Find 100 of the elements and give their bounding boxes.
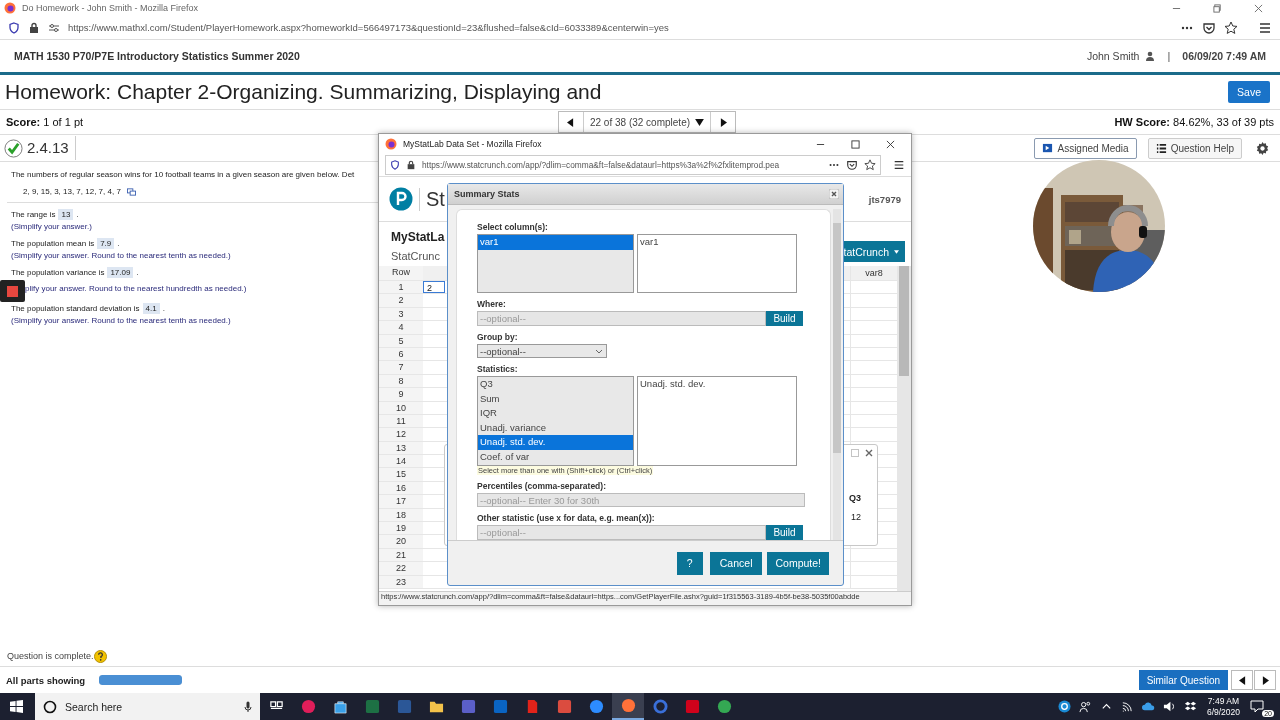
field-label: Percentiles (comma-separated):	[477, 481, 606, 491]
chat-app-icon[interactable]	[460, 699, 476, 714]
assigned-media-button[interactable]: Assigned Media	[1034, 137, 1137, 159]
username: jts7979	[868, 193, 901, 205]
field-label: Statistics:	[477, 364, 518, 374]
build-button[interactable]: Build	[766, 311, 803, 326]
spreadsheet-app-icon[interactable]	[364, 699, 380, 714]
video-camera-icon[interactable]	[588, 699, 604, 714]
scrollbar[interactable]	[833, 209, 841, 540]
help-button[interactable]: ?	[676, 551, 703, 575]
course-title: MATH 1530 P70/P7E Introductory Statistics Summer 2020	[14, 50, 300, 62]
shopping-bag-icon[interactable]	[332, 699, 348, 714]
volume-icon[interactable]	[1162, 700, 1176, 713]
restore-icon[interactable]	[1213, 3, 1222, 13]
group-by-dropdown[interactable]: --optional--	[477, 344, 607, 358]
maximize-icon[interactable]	[851, 139, 860, 149]
answer-value: 13	[58, 209, 74, 220]
clock-date[interactable]: 6/9/2020	[1206, 706, 1240, 718]
settings-icon[interactable]	[1255, 140, 1270, 156]
list-item[interactable]: Unadj. std. dev.	[478, 435, 633, 450]
pocket-icon[interactable]	[846, 159, 858, 171]
lock-icon[interactable]	[406, 160, 416, 170]
fox-browser-icon[interactable]	[620, 698, 636, 713]
close-icon[interactable]	[829, 189, 839, 199]
field-label: Select column(s):	[477, 222, 548, 232]
pocket-icon[interactable]	[1202, 20, 1216, 35]
column-header: Row	[379, 266, 423, 280]
help-icon[interactable]	[93, 649, 107, 663]
scrollbar[interactable]	[897, 266, 911, 591]
selected-column-list[interactable]: var1	[637, 234, 797, 293]
list-item[interactable]: Unadj. std. dev.	[638, 377, 796, 392]
close-icon[interactable]	[1254, 3, 1263, 13]
search-field[interactable]: Search here	[35, 693, 260, 720]
star-icon[interactable]	[864, 159, 876, 171]
question-dropdown[interactable]: 22 of 38 (32 complete)	[582, 112, 712, 132]
previous-button[interactable]	[1231, 670, 1253, 690]
list-item[interactable]: Coef. of var	[478, 449, 633, 464]
user-name: John Smith	[1086, 50, 1140, 62]
shield-icon[interactable]	[8, 21, 20, 34]
list-item[interactable]: IQR	[478, 406, 633, 421]
answer-label: The population standard deviation is	[11, 304, 140, 313]
chevron-down-icon	[595, 348, 603, 354]
data-cell[interactable]: 2	[423, 281, 445, 294]
cancel-button[interactable]: Cancel	[709, 551, 763, 575]
parts-label: All parts showing	[6, 674, 86, 686]
help-icon[interactable]	[1057, 700, 1071, 713]
row-number: 1	[379, 281, 423, 294]
list-item[interactable]: Sum	[478, 391, 633, 406]
column-list[interactable]: var1	[477, 234, 634, 293]
star-icon[interactable]	[1224, 20, 1238, 35]
menu-icon[interactable]	[1258, 20, 1272, 35]
lock-icon[interactable]	[28, 21, 40, 34]
microphone-icon[interactable]	[244, 700, 252, 713]
caret-icon	[894, 249, 899, 254]
similar-question-button[interactable]: Similar Question	[1138, 670, 1228, 690]
right-triangle-icon	[1261, 675, 1269, 685]
row-number: 4	[379, 321, 423, 334]
answer-hint: (Simplify your answer. Round to the nearest tenth as needed.)	[11, 251, 231, 260]
row-number: 2	[379, 294, 423, 307]
answer-value: 7.9	[97, 238, 115, 249]
close-icon[interactable]	[865, 449, 873, 457]
compute-button[interactable]: Compute!	[767, 551, 829, 575]
colorful-app-icon[interactable]	[300, 699, 316, 714]
statistics-list[interactable]: Q3 Sum IQR Unadj. variance Unadj. std. dev. Coef. of var	[477, 376, 634, 466]
people-icon[interactable]	[1078, 700, 1092, 713]
windows-start-icon[interactable]	[10, 700, 23, 713]
url-text[interactable]: https://www.mathxl.com/Student/PlayerHomework.aspx?homeworkId=566497173&questionId=23&flushed=false&cId=6033389&centerwin=yes	[68, 22, 669, 33]
clock-time[interactable]: 7:49 AM	[1207, 695, 1240, 707]
build-button[interactable]: Build	[766, 525, 803, 540]
copy-icon[interactable]	[126, 187, 136, 196]
save-button[interactable]: Save	[1228, 81, 1270, 103]
answer-hint: plify your answer. Round to the nearest hundredth as needed.)	[25, 283, 247, 293]
answer-value: 17.09	[107, 267, 134, 278]
list-item[interactable]: var1	[478, 235, 633, 250]
question-help-button[interactable]: Question Help	[1147, 137, 1242, 159]
square-app-icon[interactable]	[684, 699, 700, 714]
list-item[interactable]: var1	[638, 235, 796, 250]
menu-icon[interactable]	[893, 159, 905, 171]
record-button[interactable]	[0, 280, 25, 302]
close-icon[interactable]	[886, 139, 895, 149]
round-browser-icon[interactable]	[716, 699, 732, 714]
table-header: Q3	[849, 493, 861, 503]
cloud-icon[interactable]	[1141, 700, 1155, 713]
list-item[interactable]: Unadj. variance	[478, 420, 633, 435]
box-icon[interactable]	[1183, 700, 1197, 713]
ring-app-icon[interactable]	[652, 699, 668, 714]
network-icon[interactable]	[1120, 700, 1134, 713]
next-button[interactable]	[1254, 670, 1276, 690]
mail-app-icon[interactable]	[492, 699, 508, 714]
folder-icon[interactable]	[428, 699, 444, 714]
where-field[interactable]: --optional--	[477, 311, 766, 326]
other-statistic-field[interactable]: --optional--	[477, 525, 766, 540]
percentiles-field[interactable]: --optional-- Enter 30 for 30th	[477, 493, 805, 507]
selected-statistics-list[interactable]: Unadj. std. dev.	[637, 376, 797, 466]
stacked-app-icon[interactable]	[556, 699, 572, 714]
speech-bubble-icon	[1250, 698, 1264, 713]
shield-icon[interactable]	[390, 160, 400, 170]
data-set-heading: MyStatLa	[391, 230, 445, 244]
sliders-icon[interactable]	[48, 21, 60, 34]
list-item[interactable]: Q3	[478, 377, 633, 392]
